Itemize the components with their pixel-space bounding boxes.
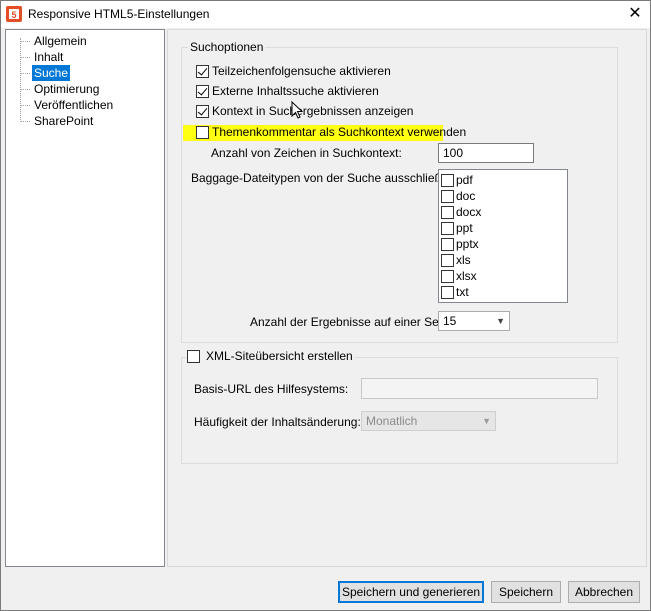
- topic-comment-checkbox[interactable]: [196, 126, 209, 139]
- save-and-generate-button[interactable]: Speichern und generieren: [338, 581, 484, 603]
- results-per-page-label: Anzahl der Ergebnisse auf einer Seite:: [250, 315, 455, 329]
- tree-item-label: Veröffentlichen: [34, 98, 114, 112]
- filetype-label: pptx: [456, 237, 479, 251]
- settings-nav-tree: Allgemein Inhalt Suche Optimierung Veröf…: [5, 29, 165, 567]
- char-count-label: Anzahl von Zeichen in Suchkontext:: [211, 146, 402, 160]
- filetype-checkbox[interactable]: [441, 270, 454, 283]
- filetype-label: xls: [456, 253, 471, 267]
- tree-dash: [20, 73, 30, 74]
- filetype-label: ppt: [456, 221, 473, 235]
- filetype-label: docx: [456, 205, 482, 219]
- filetype-label: xlsx: [456, 269, 477, 283]
- substring-search-label: Teilzeichenfolgensuche aktivieren: [212, 64, 391, 78]
- baggage-label: Baggage-Dateitypen von der Suche ausschl…: [191, 171, 459, 185]
- svg-text:5: 5: [11, 10, 16, 20]
- tree-dash: [20, 41, 30, 42]
- frequency-select[interactable]: Monatlich ▼: [361, 411, 496, 431]
- xml-sitemap-legend: XML-Siteübersicht erstellen: [186, 349, 355, 363]
- tree-item-label: Suche: [32, 65, 71, 81]
- filetype-label: pdf: [456, 173, 473, 187]
- tree-dash: [20, 121, 30, 122]
- char-count-input[interactable]: 100: [438, 143, 534, 163]
- chevron-down-icon: ▼: [482, 416, 491, 426]
- tree-dash: [20, 57, 30, 58]
- baggage-filetype-list[interactable]: pdf doc docx ppt pptx xls xlsx txt: [438, 169, 568, 303]
- xml-sitemap-checkbox[interactable]: [187, 350, 200, 363]
- filetype-checkbox[interactable]: [441, 222, 454, 235]
- tree-item-label: Allgemein: [34, 34, 87, 48]
- search-options-legend: Suchoptionen: [188, 40, 266, 54]
- filetype-checkbox[interactable]: [441, 238, 454, 251]
- frequency-label: Häufigkeit der Inhaltsänderung:: [194, 415, 361, 429]
- base-url-input[interactable]: [361, 378, 598, 399]
- cancel-button[interactable]: Abbrechen: [568, 581, 640, 603]
- filetype-checkbox[interactable]: [441, 190, 454, 203]
- filetype-label: txt: [456, 285, 469, 299]
- tree-dash: [20, 105, 30, 106]
- filetype-checkbox[interactable]: [441, 254, 454, 267]
- external-search-label: Externe Inhaltssuche aktivieren: [212, 84, 379, 98]
- context-results-checkbox[interactable]: [196, 105, 209, 118]
- filetype-checkbox[interactable]: [441, 286, 454, 299]
- mouse-cursor-icon: [291, 101, 303, 119]
- filetype-checkbox[interactable]: [441, 206, 454, 219]
- window-title: Responsive HTML5-Einstellungen: [28, 7, 210, 21]
- tree-dash: [20, 89, 30, 90]
- tree-connector-line: [20, 38, 21, 120]
- xml-sitemap-legend-text: XML-Siteübersicht erstellen: [206, 349, 353, 363]
- base-url-label: Basis-URL des Hilfesystems:: [194, 382, 349, 396]
- save-button[interactable]: Speichern: [491, 581, 561, 603]
- topic-comment-label: Themenkommentar als Suchkontext verwende…: [212, 125, 467, 139]
- frequency-value: Monatlich: [366, 414, 418, 428]
- external-search-checkbox[interactable]: [196, 85, 209, 98]
- close-icon[interactable]: ✕: [620, 1, 650, 28]
- results-per-page-value: 15: [443, 314, 457, 328]
- title-bar: 5 Responsive HTML5-Einstellungen ✕: [1, 1, 650, 28]
- substring-search-checkbox[interactable]: [196, 65, 209, 78]
- settings-dialog: 5 Responsive HTML5-Einstellungen ✕ Allge…: [0, 0, 651, 611]
- tree-item-label: SharePoint: [34, 114, 94, 128]
- context-results-label: Kontext in Suchergebnissen anzeigen: [212, 104, 414, 118]
- html5-icon: 5: [6, 6, 22, 22]
- tree-item-label: Inhalt: [34, 50, 64, 64]
- results-per-page-select[interactable]: 15 ▼: [438, 311, 510, 331]
- tree-item-label: Optimierung: [34, 82, 100, 96]
- chevron-down-icon: ▼: [496, 316, 505, 326]
- filetype-label: doc: [456, 189, 476, 203]
- filetype-checkbox[interactable]: [441, 174, 454, 187]
